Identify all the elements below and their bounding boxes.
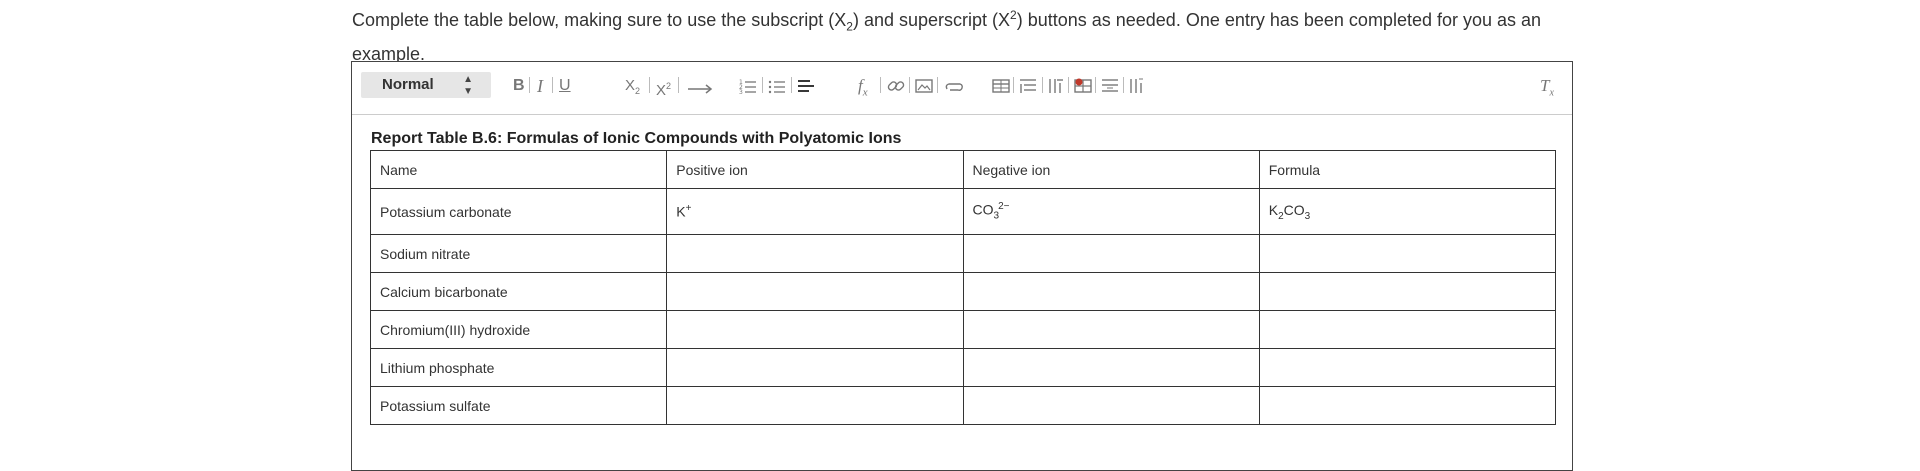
table-delete-icon[interactable] [1074, 75, 1092, 97]
report-table: Name Positive ion Negative ion Formula P… [369, 150, 1557, 425]
ion-base: K [676, 203, 686, 220]
table-row: Sodium nitrate [369, 234, 1557, 273]
formula-part: CO [1283, 201, 1305, 218]
cell-negative-ion[interactable] [962, 386, 1260, 425]
table-icon[interactable] [992, 75, 1010, 97]
arrow-icon[interactable] [686, 75, 714, 97]
ordered-list-icon[interactable]: 123 [739, 75, 757, 97]
cell-positive-ion[interactable]: K+ [666, 188, 964, 235]
rich-text-editor[interactable]: Normal ▲ ▼ B I U X2 X2 123 fx Tx Report … [351, 61, 1573, 471]
cell-negative-ion[interactable] [962, 234, 1260, 273]
table-row: Potassium sulfate [369, 386, 1557, 425]
bullet-list-icon[interactable] [768, 75, 786, 97]
prompt-superscript: 2 [1010, 8, 1017, 22]
table-row: Calcium bicarbonate [369, 272, 1557, 311]
subscript-button[interactable]: X2 [625, 75, 640, 97]
cell-name[interactable]: Potassium carbonate [369, 188, 668, 235]
cell-formula[interactable] [1258, 272, 1557, 311]
cell-positive-ion[interactable] [666, 234, 964, 273]
editor-content[interactable]: Report Table B.6: Formulas of Ionic Comp… [369, 128, 1557, 425]
toolbar-separator [678, 77, 679, 93]
cell-name[interactable]: Potassium sulfate [369, 386, 668, 425]
link-icon[interactable] [887, 75, 905, 97]
cell-name[interactable]: Calcium bicarbonate [369, 272, 668, 311]
cell-negative-ion[interactable] [962, 310, 1260, 349]
cell-formula[interactable] [1258, 348, 1557, 387]
prompt-text-2: ) and superscript (X [852, 10, 1011, 30]
toolbar-separator [649, 77, 650, 93]
superscript-button[interactable]: X2 [656, 75, 671, 99]
attachment-icon[interactable] [943, 75, 965, 97]
table-row: Chromium(III) hydroxide [369, 310, 1557, 349]
cell-name[interactable]: Chromium(III) hydroxide [369, 310, 668, 349]
ion-base: CO [972, 201, 994, 218]
format-dropdown[interactable]: Normal ▲ ▼ [361, 72, 491, 98]
cell-formula[interactable] [1258, 310, 1557, 349]
header-name[interactable]: Name [369, 150, 668, 189]
toolbar-separator [1013, 77, 1014, 93]
svg-text:3: 3 [739, 89, 743, 96]
toolbar-separator [791, 77, 792, 93]
header-positive-ion[interactable]: Positive ion [666, 150, 964, 189]
cell-positive-ion[interactable] [666, 386, 964, 425]
ion-charge: + [685, 203, 692, 215]
toolbar-separator [1042, 77, 1043, 93]
table-title: Report Table B.6: Formulas of Ionic Comp… [371, 130, 902, 147]
toolbar-separator [937, 77, 938, 93]
table-column-icon[interactable] [1048, 75, 1064, 97]
cell-formula[interactable] [1258, 234, 1557, 273]
format-dropdown-value: Normal [382, 76, 434, 93]
question-prompt: Complete the table below, making sure to… [352, 2, 1572, 68]
table-column-insert-icon[interactable] [1129, 75, 1145, 97]
table-row-icon[interactable] [1019, 75, 1037, 97]
align-left-icon[interactable] [797, 75, 815, 97]
cell-name[interactable]: Lithium phosphate [369, 348, 668, 387]
toolbar-separator [1068, 77, 1069, 93]
editor-toolbar: Normal ▲ ▼ B I U X2 X2 123 fx Tx [352, 62, 1572, 115]
toolbar-separator [909, 77, 910, 93]
italic-button[interactable]: I [537, 75, 543, 97]
cell-positive-ion[interactable] [666, 272, 964, 311]
underline-button[interactable]: U [559, 75, 571, 97]
prompt-text-1: Complete the table below, making sure to… [352, 10, 847, 30]
toolbar-separator [552, 77, 553, 93]
cell-positive-ion[interactable] [666, 310, 964, 349]
toolbar-separator [880, 77, 881, 93]
cell-negative-ion[interactable] [962, 348, 1260, 387]
ion-charge: 2− [998, 201, 1010, 213]
header-negative-ion[interactable]: Negative ion [962, 150, 1260, 189]
dropdown-arrows-icon: ▲ ▼ [463, 74, 473, 97]
toolbar-separator [529, 77, 530, 93]
toolbar-separator [1123, 77, 1124, 93]
table-row: Potassium carbonate K+ CO32− K2CO3 [369, 188, 1557, 235]
ion-subscript: 3 [993, 210, 1000, 222]
toolbar-separator [762, 77, 763, 93]
clear-format-button[interactable]: Tx [1540, 75, 1554, 98]
cell-name[interactable]: Sodium nitrate [369, 234, 668, 273]
cell-formula[interactable]: K2CO3 [1258, 188, 1557, 235]
image-icon[interactable] [915, 75, 933, 97]
cell-negative-ion[interactable] [962, 272, 1260, 311]
formula-part: K [1268, 201, 1279, 218]
cell-formula[interactable] [1258, 386, 1557, 425]
table-row-insert-icon[interactable] [1101, 75, 1119, 97]
table-header-row: Name Positive ion Negative ion Formula [369, 150, 1557, 189]
formula-subscript: 3 [1304, 210, 1311, 222]
header-formula[interactable]: Formula [1258, 150, 1557, 189]
formula-button[interactable]: fx [858, 75, 868, 98]
cell-positive-ion[interactable] [666, 348, 964, 387]
cell-negative-ion[interactable]: CO32− [962, 188, 1260, 235]
table-row: Lithium phosphate [369, 348, 1557, 387]
toolbar-separator [1095, 77, 1096, 93]
prompt-subscript: 2 [846, 19, 853, 34]
bold-button[interactable]: B [513, 75, 525, 97]
